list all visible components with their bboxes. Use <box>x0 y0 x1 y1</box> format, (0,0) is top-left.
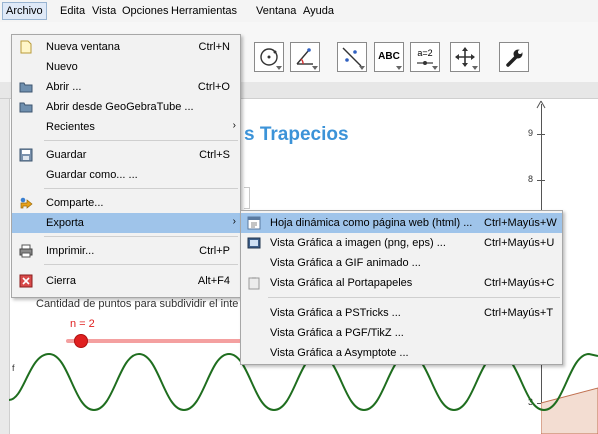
dropdown-triangle-icon <box>276 66 282 70</box>
menu-item-nuevo[interactable]: Nuevo <box>12 57 240 77</box>
slider-value-label: n = 2 <box>70 318 95 330</box>
new-window-icon <box>20 40 32 54</box>
y-tick <box>537 134 545 135</box>
menu-separator <box>44 236 238 237</box>
dropdown-triangle-icon <box>312 66 318 70</box>
angle-tool-icon <box>296 48 313 65</box>
dropdown-triangle-icon <box>396 66 402 70</box>
export-submenu: Hoja dinámica como página web (html) ...… <box>240 210 563 365</box>
reflect-tool-button[interactable] <box>337 42 367 72</box>
menu-item-nueva-ventana[interactable]: Nueva ventana Ctrl+N <box>12 37 240 57</box>
export-item-clipboard[interactable]: Vista Gráfica al Portapapeles Ctrl+Mayús… <box>241 273 562 293</box>
y-tick-label: 9 <box>528 128 534 138</box>
save-icon <box>19 148 33 162</box>
export-item-pgf-tikz[interactable]: Vista Gráfica a PGF/TikZ ... <box>241 323 562 343</box>
menu-item-abrir[interactable]: Abrir ... Ctrl+O <box>12 77 240 97</box>
y-axis-arrow-icon <box>536 100 546 109</box>
menu-separator <box>44 188 238 189</box>
reflect-tool-icon <box>342 47 362 67</box>
menu-item-recientes[interactable]: Recientes › <box>12 117 240 137</box>
circle-tool-icon <box>260 48 278 66</box>
close-icon <box>19 274 33 288</box>
file-menu: Nueva ventana Ctrl+N Nuevo Abrir ... Ctr… <box>11 34 241 298</box>
angle-tool-button[interactable] <box>290 42 320 72</box>
y-tick <box>537 180 545 181</box>
y-tick-label: 8 <box>528 174 534 184</box>
dropdown-triangle-icon <box>472 66 478 70</box>
export-item-asymptote[interactable]: Vista Gráfica a Asymptote ... <box>241 343 562 363</box>
clipboard-icon <box>248 277 260 290</box>
menu-edita[interactable]: Edita <box>57 3 88 19</box>
menu-item-exporta[interactable]: Exporta › <box>12 213 240 233</box>
menu-ayuda[interactable]: Ayuda <box>300 3 337 19</box>
dropdown-triangle-icon <box>359 66 365 70</box>
menu-archivo[interactable]: Archivo <box>2 2 47 20</box>
move-view-tool-button[interactable] <box>450 42 480 72</box>
menu-separator <box>44 140 238 141</box>
menu-opciones[interactable]: Opciones <box>119 3 171 19</box>
menu-separator <box>268 297 560 298</box>
folder-icon <box>19 102 33 113</box>
graphics-title: s Trapecios <box>244 124 349 145</box>
image-icon <box>247 237 261 249</box>
slider-tool-icon <box>417 61 433 65</box>
slider-tool-button[interactable]: a=2 <box>410 42 440 72</box>
folder-icon <box>19 82 33 93</box>
wrench-icon <box>506 49 523 67</box>
menu-item-abrir-geogebratube[interactable]: Abrir desde GeoGebraTube ... <box>12 97 240 117</box>
menu-vista[interactable]: Vista <box>89 3 119 19</box>
share-icon <box>20 197 33 209</box>
submenu-arrow-icon: › <box>232 216 236 227</box>
export-item-pstricks[interactable]: Vista Gráfica a PSTricks ... Ctrl+Mayús+… <box>241 303 562 323</box>
submenu-arrow-icon: › <box>232 120 236 131</box>
webpage-icon <box>247 216 261 230</box>
print-icon <box>19 244 33 258</box>
text-tool-label: ABC <box>378 51 400 62</box>
menu-item-guardar-como[interactable]: Guardar como... ... <box>12 165 240 185</box>
input-box-edge[interactable] <box>244 187 250 209</box>
settings-wrench-button[interactable] <box>499 42 529 72</box>
export-item-image[interactable]: Vista Gráfica a imagen (png, eps) ... Ct… <box>241 233 562 253</box>
export-item-gif[interactable]: Vista Gráfica a GIF animado ... <box>241 253 562 273</box>
circle-tool-button[interactable] <box>254 42 284 72</box>
export-item-html[interactable]: Hoja dinámica como página web (html) ...… <box>241 213 562 233</box>
menu-item-guardar[interactable]: Guardar Ctrl+S <box>12 145 240 165</box>
menu-item-cierra[interactable]: Cierra Alt+F4 <box>12 271 240 291</box>
move-arrows-icon <box>455 47 475 67</box>
menu-separator <box>44 264 238 265</box>
menu-herramientas[interactable]: Herramientas <box>168 3 240 19</box>
menu-bar: Archivo Edita Vista Opciones Herramienta… <box>0 0 598 23</box>
slider-description: Cantidad de puntos para subdividir el in… <box>36 298 239 310</box>
menu-item-comparte[interactable]: Comparte... <box>12 193 240 213</box>
text-tool-button[interactable]: ABC <box>374 42 404 72</box>
dropdown-triangle-icon <box>432 66 438 70</box>
menu-ventana[interactable]: Ventana <box>253 3 299 19</box>
menu-item-imprimir[interactable]: Imprimir... Ctrl+P <box>12 241 240 261</box>
